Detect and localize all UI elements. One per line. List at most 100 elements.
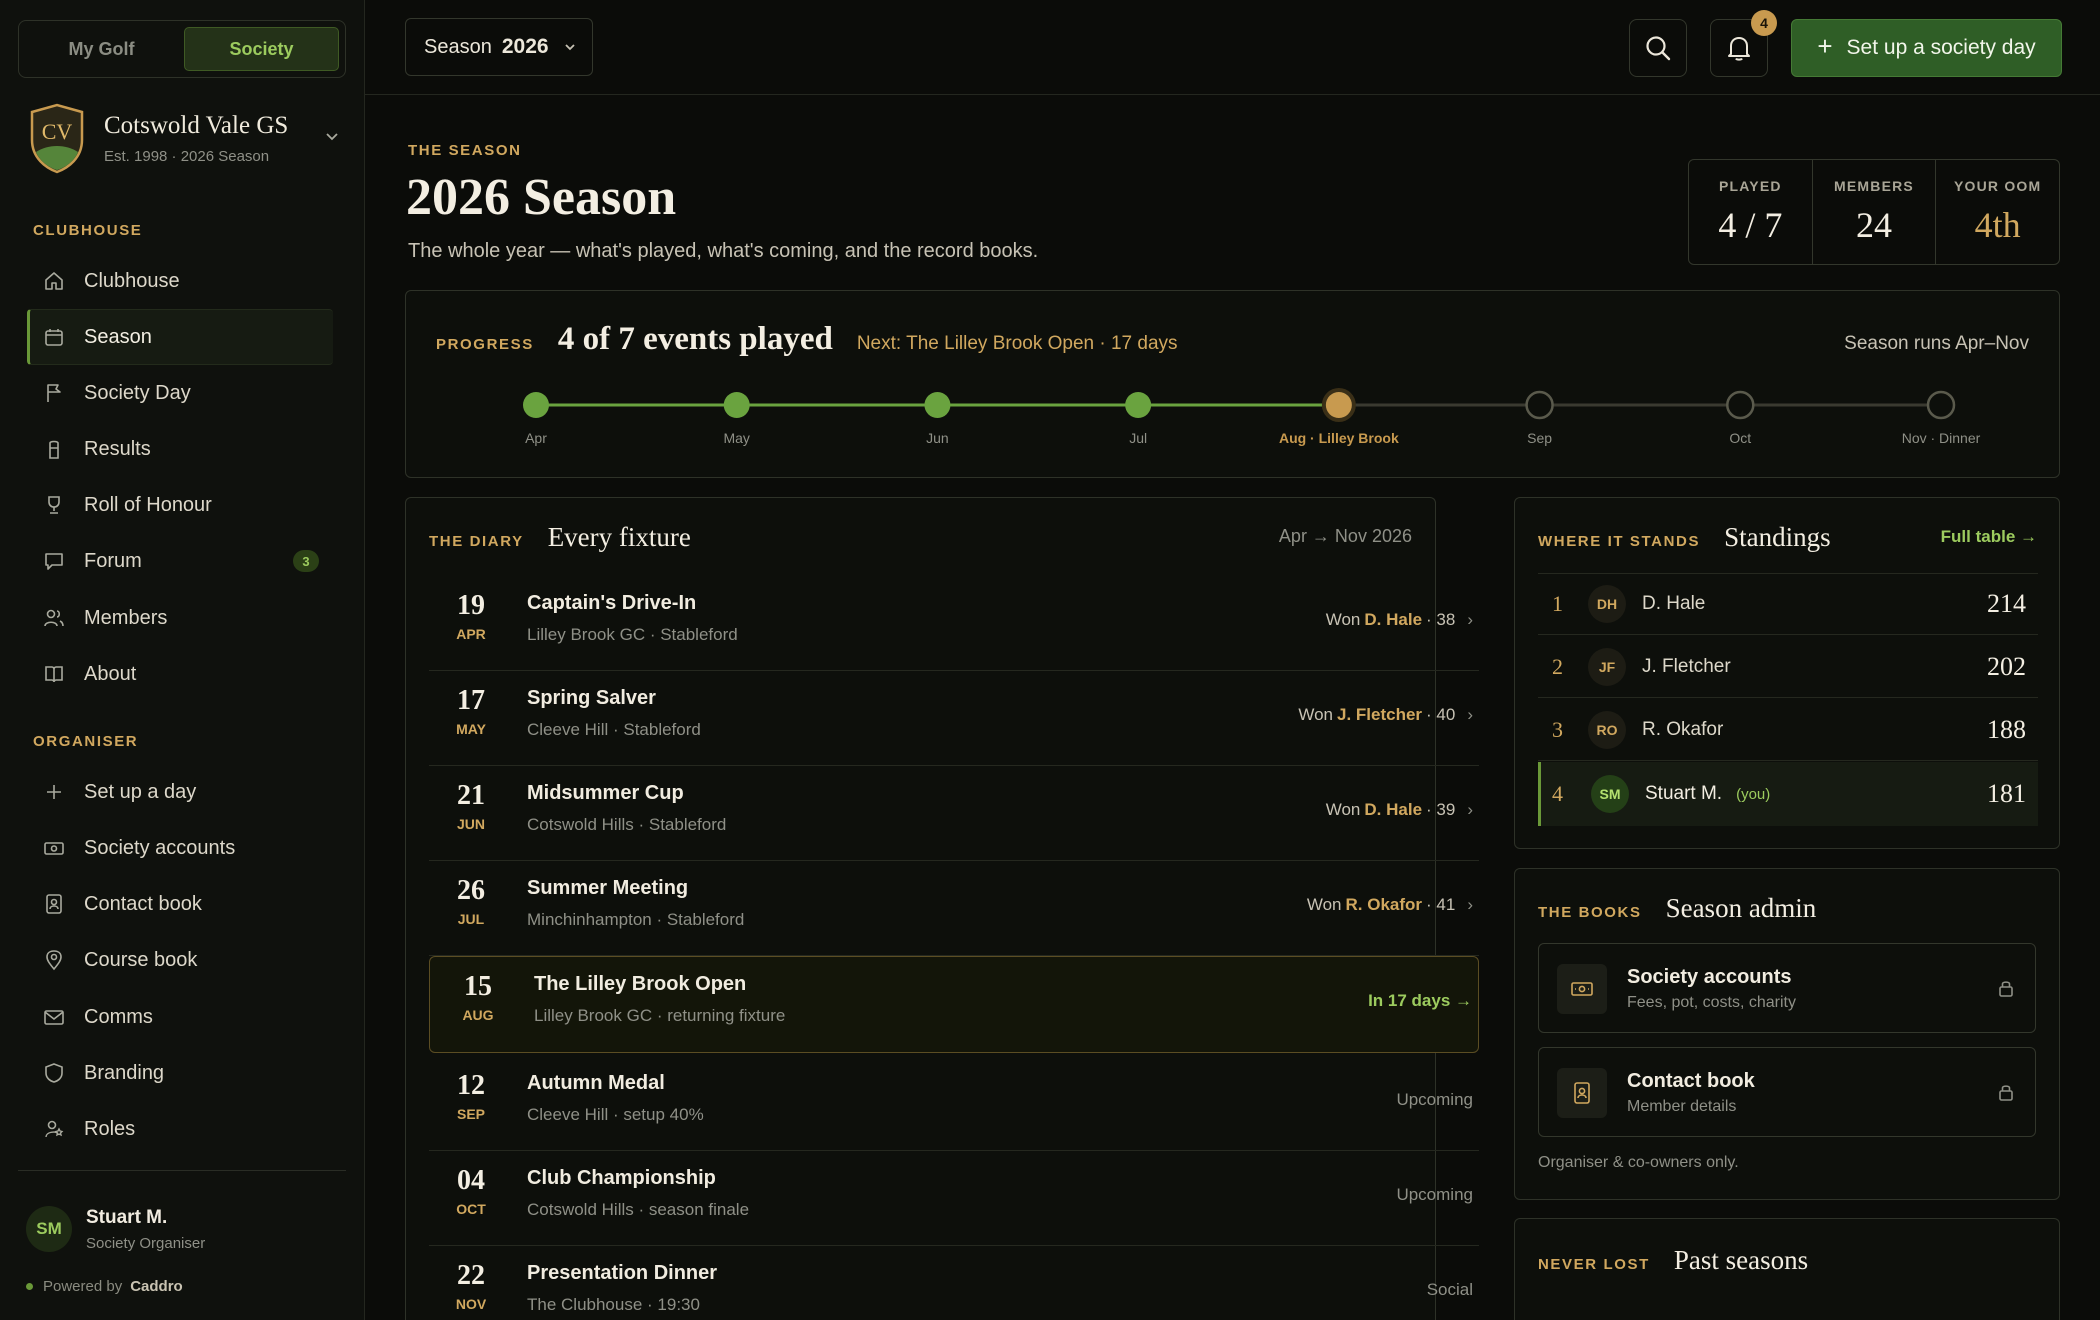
nav-label: About	[84, 662, 137, 685]
standings-position: 3	[1552, 716, 1563, 742]
contact-book-icon	[1557, 1068, 1607, 1118]
home-icon	[45, 272, 63, 290]
top-bar: Season 2026 4 + Set up a society day	[365, 0, 2100, 95]
result-prefix: Won	[1306, 895, 1342, 914]
nav-item-set-up-a-day[interactable]: Set up a day	[27, 764, 333, 820]
standings-row[interactable]: 1 DH D. Hale 214	[1538, 573, 2038, 635]
nav-item-branding[interactable]: Branding	[27, 1045, 333, 1101]
page-title: 2026 Season	[406, 169, 677, 226]
standings-row[interactable]: 3 RO R. Okafor 188	[1538, 699, 2038, 761]
powered-label: Powered by	[43, 1278, 123, 1295]
nav-item-roles[interactable]: Roles	[27, 1101, 333, 1157]
full-table-link[interactable]: Full table →	[1941, 527, 2037, 547]
nav-item-results[interactable]: Results	[27, 421, 333, 477]
standings-points: 181	[1987, 779, 2026, 808]
nav-item-clubhouse[interactable]: Clubhouse	[27, 253, 333, 309]
nav-label: Clubhouse	[84, 269, 180, 292]
fixture-day: 26	[457, 875, 485, 906]
nav-item-members[interactable]: Members	[27, 590, 333, 646]
fixture-row[interactable]: 17 MAY Spring Salver Cleeve Hill · Stabl…	[429, 671, 1479, 766]
fixture-row-next[interactable]: 15 AUG The Lilley Brook Open Lilley Broo…	[429, 956, 1479, 1053]
diary-card: THE DIARY Every fixture Apr → Nov 2026 1…	[405, 497, 1479, 1320]
standings-row[interactable]: 2 JF J. Fletcher 202	[1538, 636, 2038, 698]
fixture-day: 15	[464, 971, 492, 1002]
nav-label: Forum	[84, 549, 142, 572]
fixture-month: SEP	[456, 1106, 485, 1122]
fixture-row[interactable]: 19 APR Captain's Drive-In Lilley Brook G…	[429, 576, 1479, 671]
fixture-month: JUL	[457, 911, 485, 927]
chevron-right-icon: ›	[1467, 705, 1473, 724]
nav-item-society-day[interactable]: Society Day	[27, 365, 333, 421]
admin-item-subtitle: Fees, pot, costs, charity	[1627, 994, 1796, 1011]
season-timeline: Apr May Jun Jul Aug · Lilley Brook Sep Oct Nov …	[523, 388, 1981, 446]
contact-book-icon	[46, 894, 62, 914]
chevron-right-icon: ›	[1467, 895, 1473, 914]
progress-card: PROGRESS 4 of 7 events played Next: The …	[405, 290, 2060, 478]
nav-item-about[interactable]: About	[27, 646, 333, 702]
fixture-month: MAY	[456, 721, 486, 737]
forum-unread-badge: 3	[293, 550, 319, 572]
milestone-label: Sep	[1527, 430, 1552, 446]
nav-item-society-accounts[interactable]: Society accounts	[27, 820, 333, 876]
fixture-row[interactable]: 26 JUL Summer Meeting Minchinhampton · S…	[429, 861, 1479, 956]
user-profile[interactable]: SM Stuart M. Society Organiser	[26, 1206, 205, 1252]
chevron-down-icon	[564, 44, 575, 51]
nav-item-forum[interactable]: Forum 3	[27, 533, 333, 589]
fixture-result: Won J. Fletcher · 40 ›	[1298, 705, 1473, 725]
milestone-label: Jun	[926, 430, 949, 446]
season-select[interactable]: Season 2026	[405, 18, 593, 76]
fixture-status: Upcoming	[1396, 1090, 1473, 1109]
past-seasons-card: NEVER LOST Past seasons	[1514, 1218, 2060, 1320]
nav-item-roll-of-honour[interactable]: Roll of Honour	[27, 477, 333, 533]
trophy-icon	[48, 496, 60, 514]
stat-members: MEMBERS 24	[1813, 160, 1937, 264]
result-score: · 41	[1426, 895, 1456, 914]
result-score: · 40	[1426, 705, 1456, 724]
standings-name: J. Fletcher	[1642, 655, 1731, 677]
mode-society-tab[interactable]: Society	[184, 27, 339, 71]
admin-eyebrow: THE BOOKS	[1538, 904, 1642, 921]
bell-icon	[1728, 37, 1750, 61]
standings-title: Standings	[1724, 522, 1831, 552]
season-select-value: 2026	[501, 35, 549, 58]
set-up-society-day-button[interactable]: + Set up a society day	[1791, 19, 2062, 77]
plus-icon	[47, 785, 61, 799]
fixture-month: JUN	[456, 816, 485, 832]
search-button[interactable]	[1629, 19, 1687, 77]
milestone-dot-played	[924, 392, 951, 418]
standings-position: 4	[1552, 781, 1563, 806]
calendar-icon	[45, 329, 63, 346]
milestone-dot-upcoming	[1525, 390, 1554, 420]
past-header: NEVER LOST Past seasons	[1538, 1245, 1808, 1276]
standings-points: 188	[1987, 714, 2026, 744]
avatar: JF	[1588, 647, 1626, 686]
milestone-label: Apr	[525, 430, 547, 446]
fixture-row[interactable]: 21 JUN Midsummer Cup Cotswold Hills · St…	[429, 766, 1479, 861]
nav-label: Society accounts	[84, 836, 236, 859]
user-role: Society Organiser	[86, 1234, 206, 1252]
flag-icon	[47, 384, 61, 402]
you-indicator: (you)	[1736, 785, 1771, 803]
standings-row-you[interactable]: 4 SM Stuart M. (you) 181	[1538, 762, 2038, 826]
nav-item-course-book[interactable]: Course book	[27, 932, 333, 988]
nav-item-comms[interactable]: Comms	[27, 989, 333, 1045]
lock-icon	[1999, 1085, 2013, 1101]
fixture-name: Autumn Medal	[527, 1072, 665, 1094]
nav-heading-organiser: ORGANISER	[33, 733, 139, 750]
notifications-button[interactable]: 4	[1710, 10, 1777, 77]
nav-item-season[interactable]: Season	[27, 309, 333, 365]
avatar: RO	[1588, 710, 1626, 749]
admin-contact-book[interactable]: Contact book Member details	[1538, 1047, 2036, 1137]
powered-brand[interactable]: Caddro	[130, 1278, 183, 1295]
club-name: Cotswold Vale GS	[104, 111, 289, 139]
admin-society-accounts[interactable]: Society accounts Fees, pot, costs, chari…	[1538, 943, 2036, 1033]
standings-position: 1	[1552, 591, 1563, 616]
nav-item-contact-book[interactable]: Contact book	[27, 876, 333, 932]
fixture-row[interactable]: 04 OCT Club Championship Cotswold Hills …	[429, 1151, 1479, 1246]
club-switcher[interactable]: CV Cotswold Vale GS Est. 1998 · 2026 Sea…	[28, 102, 340, 174]
stat-label: MEMBERS	[1834, 178, 1914, 194]
milestone-label: Jul	[1129, 430, 1147, 446]
fixture-row[interactable]: 12 SEP Autumn Medal Cleeve Hill · setup …	[429, 1056, 1479, 1151]
mode-my-golf-tab[interactable]: My Golf	[25, 27, 178, 71]
fixture-row[interactable]: 22 NOV Presentation Dinner The Clubhouse…	[429, 1246, 1479, 1320]
